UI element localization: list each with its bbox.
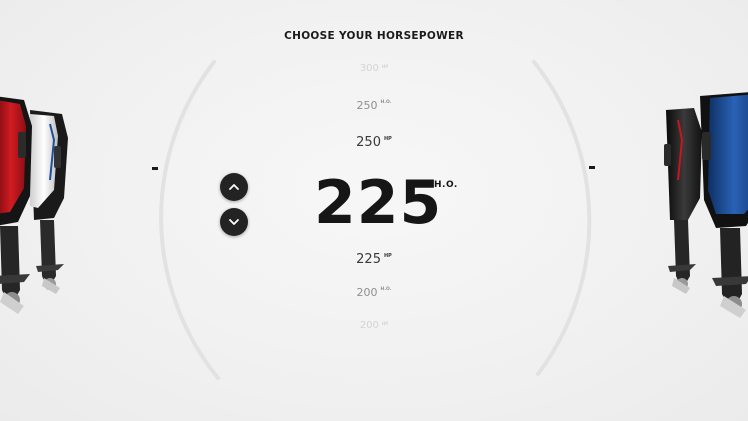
previous-horsepower-button[interactable] [220,173,248,201]
horsepower-selector: CHOOSE YOUR HORSEPOWER 300 HP 250 H.O. 250… [0,0,748,421]
hp-option-suffix: HP [381,64,389,69]
hp-option-value: 300 [359,63,379,74]
hp-option-suffix: HP [381,321,389,326]
hp-option[interactable]: 300 HP [0,63,748,74]
hp-option-value: 250 [356,99,378,112]
hp-option-suffix: HP [383,253,392,259]
hp-option-suffix: H.O. [380,287,392,292]
hp-option-suffix: H.O. [380,100,392,105]
page-title: CHOOSE YOUR HORSEPOWER [284,30,464,42]
hp-option-value: 225 [356,252,381,267]
hp-option-value: 250 [356,135,381,150]
hp-option[interactable]: 225 HP [0,252,748,267]
dial-marker-right [589,166,595,169]
chevron-down-icon [229,219,239,225]
hp-option[interactable]: 250 H.O. [0,99,748,112]
hp-option[interactable]: 200 HP [0,320,748,331]
selected-hp-suffix: H.O. [434,180,458,190]
hp-option-value: 200 [359,320,379,331]
hp-option-value: 200 [356,286,378,299]
next-horsepower-button[interactable] [220,208,248,236]
chevron-up-icon [229,184,239,190]
outboard-engine-image-left [0,80,84,340]
outboard-engine-image-right [660,80,748,340]
dial-marker-left [152,167,158,170]
hp-option-suffix: HP [383,136,392,142]
selected-hp-value: 225 [314,168,443,238]
hp-option[interactable]: 250 HP [0,135,748,150]
hp-option[interactable]: 200 H.O. [0,286,748,299]
selected-horsepower: 225 H.O. [314,170,464,240]
